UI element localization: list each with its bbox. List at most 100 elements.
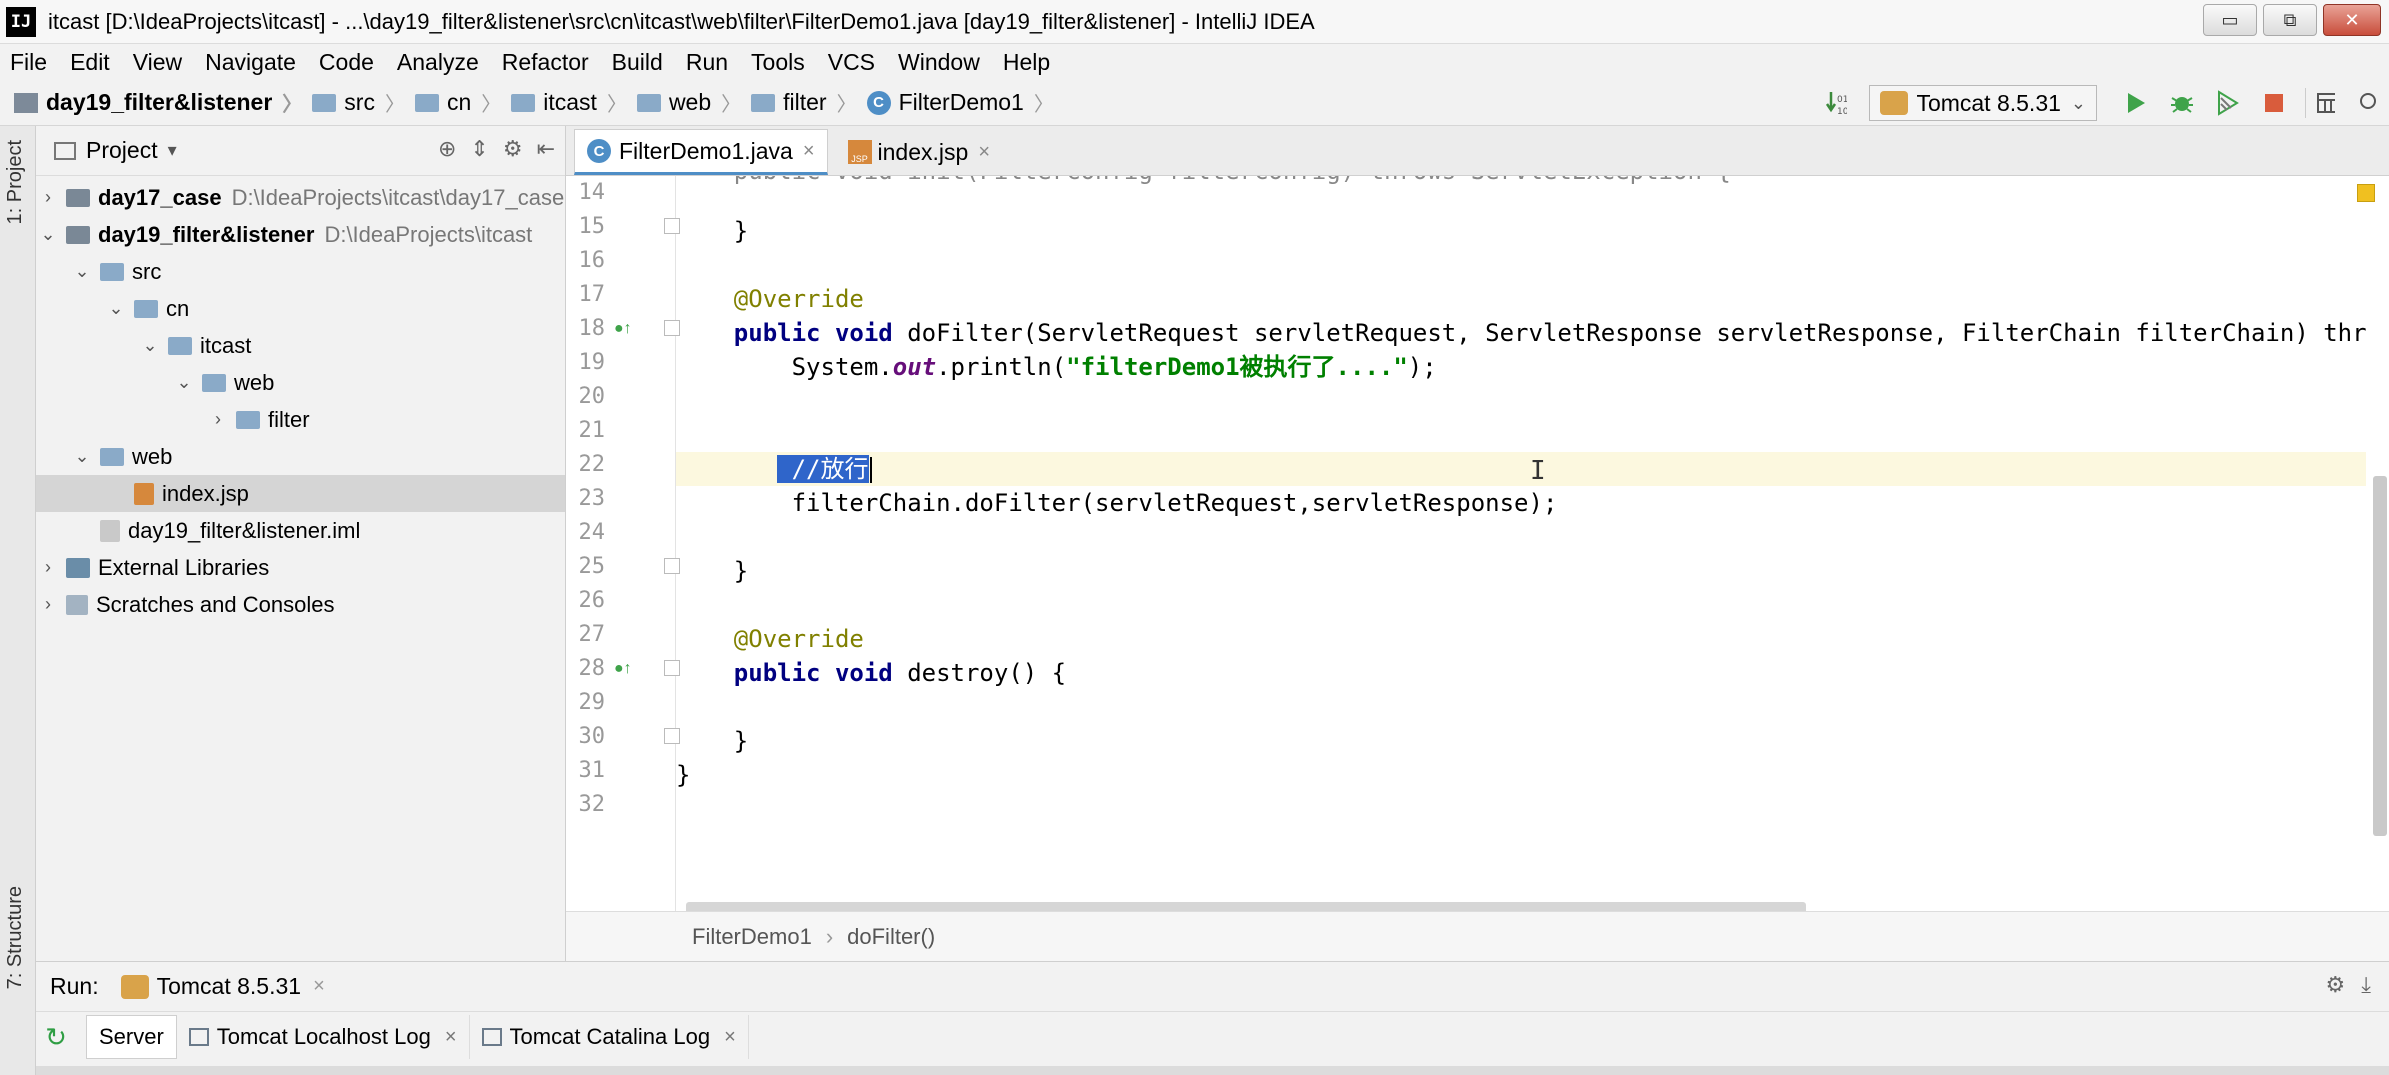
breadcrumb-method[interactable]: doFilter() bbox=[847, 924, 935, 950]
chevron-right-icon[interactable]: › bbox=[36, 187, 60, 208]
menu-vcs[interactable]: VCS bbox=[828, 49, 875, 76]
menu-window[interactable]: Window bbox=[898, 49, 980, 76]
run-icon[interactable] bbox=[2121, 88, 2151, 118]
tree-item-src[interactable]: ⌄ src bbox=[36, 253, 565, 290]
chevron-down-icon[interactable]: ⌄ bbox=[172, 372, 196, 393]
nav-crumb-src[interactable]: src 〉 bbox=[312, 88, 405, 117]
line-number: 25 bbox=[578, 554, 606, 579]
minimize-button[interactable]: ▭ bbox=[2203, 4, 2257, 36]
build-icon[interactable]: 01 10 bbox=[1821, 88, 1851, 118]
nav-crumb-module[interactable]: day19_filter&listener 〉 bbox=[14, 88, 302, 117]
project-tool-tab[interactable]: 1: Project bbox=[4, 140, 27, 224]
breadcrumb-class[interactable]: FilterDemo1 bbox=[692, 924, 812, 950]
project-panel-title[interactable]: Project bbox=[86, 137, 158, 164]
close-tab-icon[interactable]: × bbox=[978, 141, 990, 164]
search-icon[interactable] bbox=[2351, 88, 2381, 118]
crumb-label: cn bbox=[446, 89, 472, 115]
rerun-icon[interactable]: ↻ bbox=[36, 1022, 76, 1053]
close-tab-icon[interactable]: × bbox=[724, 1026, 736, 1049]
chevron-down-icon[interactable]: ⌄ bbox=[36, 224, 60, 245]
line-gutter: 14 15 16 17 18 19 20 21 22 23 24 25 26 2… bbox=[566, 176, 680, 911]
tab-label: FilterDemo1.java bbox=[619, 137, 793, 164]
close-button[interactable]: ✕ bbox=[2323, 4, 2381, 36]
code-text: System. bbox=[676, 353, 893, 381]
nav-crumb-class[interactable]: C FilterDemo1 〉 bbox=[866, 88, 1054, 117]
crumb-label: itcast bbox=[543, 89, 597, 115]
tree-item-index-jsp[interactable]: index.jsp bbox=[36, 475, 565, 512]
chevron-down-icon[interactable]: ▾ bbox=[168, 140, 177, 161]
stop-icon[interactable] bbox=[2259, 88, 2289, 118]
tree-item-itcast[interactable]: ⌄ itcast bbox=[36, 327, 565, 364]
nav-crumb-itcast[interactable]: itcast 〉 bbox=[511, 88, 627, 117]
chevron-down-icon[interactable]: ⌄ bbox=[104, 298, 128, 319]
tab-server[interactable]: Server bbox=[86, 1015, 177, 1059]
menu-navigate[interactable]: Navigate bbox=[205, 49, 296, 76]
tree-item-web-folder[interactable]: ⌄ web bbox=[36, 438, 565, 475]
locate-icon[interactable]: ⊕ bbox=[438, 136, 456, 162]
vertical-scrollbar[interactable] bbox=[2373, 196, 2387, 856]
scratches-icon bbox=[66, 594, 88, 615]
tree-item-web-package[interactable]: ⌄ web bbox=[36, 364, 565, 401]
debug-icon[interactable] bbox=[2167, 88, 2197, 118]
chevron-down-icon: ⌄ bbox=[2070, 92, 2086, 113]
tab-catalina-log[interactable]: Tomcat Catalina Log × bbox=[470, 1015, 749, 1059]
tree-item-cn[interactable]: ⌄ cn bbox=[36, 290, 565, 327]
chevron-right-icon: 〉 bbox=[721, 94, 742, 116]
close-tab-icon[interactable]: × bbox=[803, 140, 815, 163]
menu-view[interactable]: View bbox=[133, 49, 182, 76]
run-config-select[interactable]: Tomcat 8.5.31 ⌄ bbox=[1869, 85, 2097, 121]
tree-item-external-libraries[interactable]: › External Libraries bbox=[36, 549, 565, 586]
nav-crumb-cn[interactable]: cn 〉 bbox=[414, 88, 501, 117]
chevron-right-icon[interactable]: › bbox=[206, 409, 230, 430]
code-area[interactable]: public void init(FilterConfig filterConf… bbox=[676, 176, 2366, 911]
collapse-all-icon[interactable]: ⇕ bbox=[470, 136, 488, 162]
java-class-icon: C bbox=[866, 90, 891, 115]
line-number: 24 bbox=[578, 520, 606, 545]
tree-item-day19-module[interactable]: ⌄ day19_filter&listener D:\IdeaProjects\… bbox=[36, 216, 565, 253]
gear-icon[interactable]: ⚙ bbox=[2326, 972, 2346, 998]
crumb-label: web bbox=[668, 89, 712, 115]
hide-panel-icon[interactable]: ⇤ bbox=[537, 136, 555, 162]
implements-marker-icon[interactable]: ●↑ bbox=[614, 660, 632, 678]
menu-build[interactable]: Build bbox=[612, 49, 663, 76]
chevron-down-icon[interactable]: ⌄ bbox=[70, 261, 94, 282]
tree-item-day17-case[interactable]: › day17_case D:\IdeaProjects\itcast\day1… bbox=[36, 179, 565, 216]
gear-icon[interactable]: ⚙ bbox=[503, 136, 523, 162]
menu-refactor[interactable]: Refactor bbox=[502, 49, 589, 76]
web-folder-icon bbox=[100, 447, 124, 466]
structure-tool-tab[interactable]: 7: Structure bbox=[4, 886, 27, 989]
project-structure-icon[interactable] bbox=[2305, 88, 2335, 118]
menu-analyze[interactable]: Analyze bbox=[397, 49, 479, 76]
left-tool-strip: 1: Project 7: Structure bbox=[0, 126, 36, 1075]
coverage-icon[interactable] bbox=[2213, 88, 2243, 118]
menu-edit[interactable]: Edit bbox=[70, 49, 110, 76]
menu-run[interactable]: Run bbox=[686, 49, 728, 76]
menu-code[interactable]: Code bbox=[319, 49, 374, 76]
implements-marker-icon[interactable]: ●↑ bbox=[614, 320, 632, 338]
tab-localhost-log[interactable]: Tomcat Localhost Log × bbox=[177, 1015, 470, 1059]
nav-crumb-web[interactable]: web 〉 bbox=[636, 88, 742, 117]
menu-file[interactable]: File bbox=[10, 49, 47, 76]
close-tab-icon[interactable]: × bbox=[313, 975, 325, 998]
project-view-icon bbox=[54, 141, 76, 160]
tab-filterdemo1[interactable]: C FilterDemo1.java × bbox=[574, 129, 828, 175]
editor-breadcrumb: FilterDemo1 › doFilter() bbox=[566, 911, 2389, 961]
run-config-tab[interactable]: Tomcat 8.5.31 bbox=[157, 973, 301, 1000]
nav-crumb-filter[interactable]: filter 〉 bbox=[751, 88, 857, 117]
tree-item-scratches[interactable]: › Scratches and Consoles bbox=[36, 586, 565, 623]
scrollbar-thumb[interactable] bbox=[2373, 476, 2387, 836]
chevron-right-icon[interactable]: › bbox=[36, 594, 60, 615]
maximize-button[interactable]: ⧉ bbox=[2263, 4, 2317, 36]
tab-index-jsp[interactable]: JSP index.jsp × bbox=[836, 129, 1002, 175]
chevron-right-icon[interactable]: › bbox=[36, 557, 60, 578]
hide-panel-icon[interactable]: ⤓ bbox=[2361, 972, 2371, 998]
close-tab-icon[interactable]: × bbox=[445, 1026, 457, 1049]
menu-tools[interactable]: Tools bbox=[751, 49, 805, 76]
selected-comment: //放行 bbox=[777, 455, 869, 483]
chevron-down-icon[interactable]: ⌄ bbox=[70, 446, 94, 467]
tree-item-iml[interactable]: day19_filter&listener.iml bbox=[36, 512, 565, 549]
folder-icon bbox=[511, 93, 536, 112]
chevron-down-icon[interactable]: ⌄ bbox=[138, 335, 162, 356]
menu-help[interactable]: Help bbox=[1003, 49, 1050, 76]
tree-item-filter[interactable]: › filter bbox=[36, 401, 565, 438]
